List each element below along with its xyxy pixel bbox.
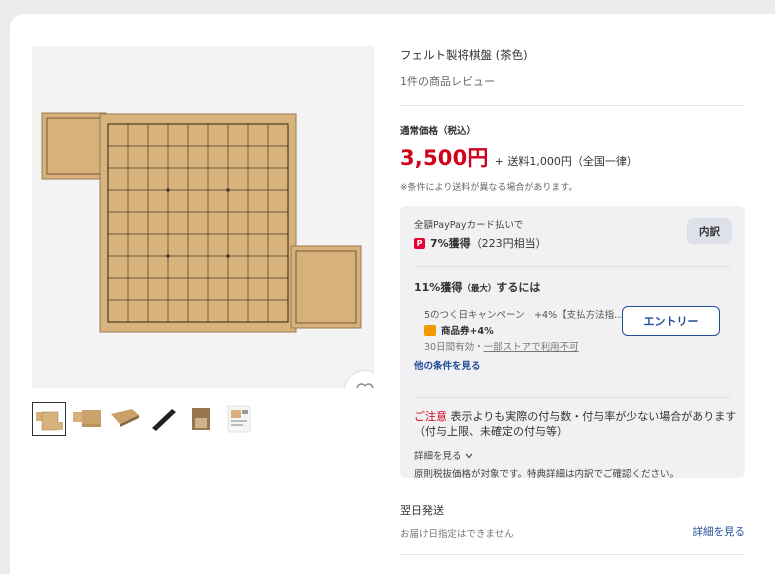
divider bbox=[414, 266, 731, 267]
tax-note: 原則税抜価格が対象です。特典詳細は内訳でご確認ください。 bbox=[414, 469, 680, 480]
detail-link[interactable]: 詳細を見る bbox=[414, 448, 473, 462]
thumbnail-3[interactable] bbox=[108, 402, 142, 436]
delivery-detail-link[interactable]: 詳細を見る bbox=[693, 524, 746, 539]
caution-label: ご注意 bbox=[414, 410, 447, 423]
max-suffix: するには bbox=[496, 281, 541, 294]
earn-equiv: （223円相当） bbox=[470, 237, 547, 250]
validity-link[interactable]: 一部ストアで利用不可 bbox=[484, 342, 579, 353]
paypay-card-text: 全額PayPayカード払いで bbox=[414, 220, 524, 231]
product-title: フェルト製将棋盤 (茶色) bbox=[400, 48, 528, 62]
product-card: フェルト製将棋盤 (茶色) 1件の商品レビュー 通常価格（税込） 3,500円 … bbox=[10, 14, 775, 574]
points-earn: P 7%獲得 （223円相当） bbox=[414, 235, 547, 251]
max-points-title: 11%獲得（最大）するには bbox=[414, 279, 540, 295]
thumbnail-6[interactable] bbox=[222, 402, 256, 436]
thumbnail-5[interactable] bbox=[184, 402, 218, 436]
divider bbox=[400, 105, 745, 106]
validity-text: 30日間有効・ bbox=[424, 342, 484, 353]
entry-button[interactable]: エントリー bbox=[622, 306, 720, 336]
points-box: 全額PayPayカード払いで P 7%獲得 （223円相当） 内訳 11%獲得（… bbox=[400, 206, 745, 480]
thumbnail-strip bbox=[32, 402, 256, 436]
delivery-title: 翌日発送 bbox=[400, 504, 444, 517]
paypay-icon: P bbox=[414, 237, 425, 249]
other-conditions-link[interactable]: 他の条件を見る bbox=[414, 358, 481, 372]
earn-rate: 7%獲得 bbox=[430, 237, 471, 250]
price-row: 3,500円 + 送料1,000円（全国一律） bbox=[400, 142, 638, 172]
thumbnail-1[interactable] bbox=[32, 402, 66, 436]
coupon-row: 商品券+4% bbox=[424, 323, 494, 337]
max-rate: 11%獲得 bbox=[414, 281, 463, 294]
shipping-note: ※条件により送料が異なる場合があります。 bbox=[400, 183, 578, 193]
thumbnail-2[interactable] bbox=[70, 402, 104, 436]
coupon-text: 商品券+4% bbox=[441, 326, 494, 337]
main-product-image[interactable] bbox=[32, 46, 374, 388]
price-label: 通常価格（税込） bbox=[400, 126, 477, 137]
coupon-icon bbox=[424, 324, 436, 336]
campaign-text: 5のつく日キャンペーン +4%【支払方法指… bbox=[424, 310, 624, 321]
caution-text: ご注意 表示よりも実際の付与数・付与率が少ない場合があります（付与上限、未確定の… bbox=[414, 409, 744, 439]
breakdown-button[interactable]: 内訳 bbox=[687, 218, 732, 244]
shipping-fee: + 送料1,000円（全国一律） bbox=[494, 155, 638, 168]
price-amount: 3,500円 bbox=[400, 146, 489, 170]
caution-body: 表示よりも実際の付与数・付与率が少ない場合があります（付与上限、未確定の付与等） bbox=[414, 410, 737, 438]
review-link[interactable]: 1件の商品レビュー bbox=[400, 73, 495, 89]
heart-icon bbox=[356, 383, 374, 388]
validity: 30日間有効・一部ストアで利用不可 bbox=[424, 339, 579, 353]
max-note: （最大） bbox=[462, 284, 497, 294]
thumbnail-4[interactable] bbox=[146, 402, 180, 436]
detail-link-label: 詳細を見る bbox=[414, 451, 462, 462]
divider bbox=[414, 397, 731, 398]
shogi-board-image bbox=[41, 112, 362, 333]
delivery-note: お届け日指定はできません bbox=[400, 529, 514, 540]
chevron-down-icon bbox=[465, 453, 472, 459]
divider bbox=[400, 554, 745, 555]
